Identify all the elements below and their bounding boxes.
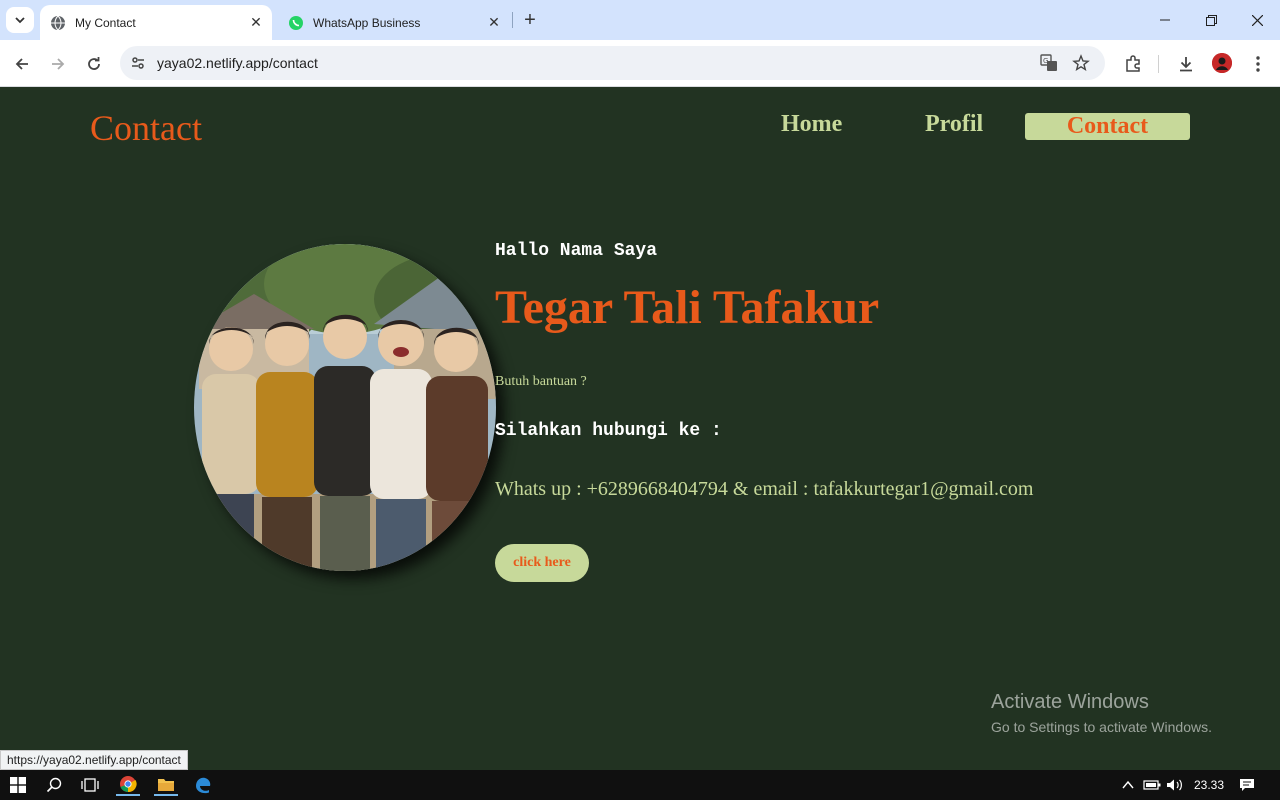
windows-activation-watermark: Activate Windows Go to Settings to activ… <box>991 691 1212 735</box>
minimize-button[interactable] <box>1142 0 1188 40</box>
back-button[interactable] <box>8 50 36 78</box>
download-icon <box>1180 57 1192 72</box>
downloads-button[interactable] <box>1174 52 1198 76</box>
svg-text:G: G <box>1043 57 1048 65</box>
restore-icon <box>1205 14 1217 26</box>
arrow-right-icon <box>52 58 65 70</box>
close-window-button[interactable] <box>1234 0 1280 40</box>
menu-button[interactable] <box>1246 52 1270 76</box>
minimize-icon <box>1160 19 1170 21</box>
profile-avatar[interactable] <box>1212 53 1232 73</box>
battery-icon <box>1143 780 1161 790</box>
url-text[interactable]: yaya02.netlify.app/contact <box>157 55 318 71</box>
tab-strip: My Contact ✕ WhatsApp Business ✕ + <box>0 0 1280 40</box>
show-hidden-icons-button[interactable] <box>1116 774 1140 796</box>
globe-icon <box>50 15 66 31</box>
web-page: Contact Home Profil Contact Hallo Nama S… <box>0 87 1280 770</box>
windows-taskbar: 23.33 <box>0 770 1280 800</box>
tab-my-contact[interactable]: My Contact ✕ <box>40 5 272 40</box>
status-bar-url: https://yaya02.netlify.app/contact <box>0 750 188 770</box>
tab-title: WhatsApp Business <box>313 15 421 30</box>
reload-button[interactable] <box>80 50 108 78</box>
reload-icon <box>88 57 100 70</box>
browser-toolbar: yaya02.netlify.app/contact G <box>0 40 1280 87</box>
contact-heading: Silahkan hubungi ke : <box>495 421 722 441</box>
site-brand[interactable]: Contact <box>90 107 202 149</box>
taskbar-chrome[interactable] <box>116 774 140 796</box>
taskbar-clock[interactable]: 23.33 <box>1194 778 1224 792</box>
address-bar[interactable]: yaya02.netlify.app/contact G <box>120 46 1105 80</box>
greeting-text: Hallo Nama Saya <box>495 241 658 261</box>
close-tab-icon[interactable]: ✕ <box>484 13 504 33</box>
taskbar-edge[interactable] <box>191 774 215 796</box>
watermark-subtitle: Go to Settings to activate Windows. <box>991 719 1212 735</box>
plus-icon: + <box>524 8 536 31</box>
person-name: Tegar Tali Tafakur <box>495 281 880 334</box>
click-here-button[interactable]: click here <box>495 544 589 582</box>
contact-info: Whats up : +6289668404794 & email : tafa… <box>495 478 1034 500</box>
tab-title: My Contact <box>75 15 136 30</box>
battery-button[interactable] <box>1140 774 1164 796</box>
bookmark-star-icon[interactable] <box>1071 53 1091 73</box>
speaker-icon <box>1167 779 1182 791</box>
windows-logo-icon <box>10 777 26 793</box>
close-tab-icon[interactable]: ✕ <box>246 13 266 33</box>
site-settings-icon[interactable] <box>128 53 148 73</box>
search-icon <box>46 777 62 793</box>
help-text: Butuh bantuan ? <box>495 374 587 389</box>
new-tab-button[interactable]: + <box>519 9 541 31</box>
taskbar-file-explorer[interactable] <box>154 774 178 796</box>
watermark-title: Activate Windows <box>991 691 1149 713</box>
close-icon <box>1251 14 1263 26</box>
edge-icon <box>196 777 211 794</box>
notification-icon <box>1240 779 1254 791</box>
nav-contact[interactable]: Contact <box>1025 113 1190 140</box>
puzzle-icon <box>1126 55 1140 72</box>
tab-separator <box>512 12 513 28</box>
start-button[interactable] <box>6 774 30 796</box>
arrow-left-icon <box>15 58 28 70</box>
translate-icon[interactable]: G <box>1039 53 1059 73</box>
nav-profil[interactable]: Profil <box>925 111 983 138</box>
more-vertical-icon <box>1256 56 1260 72</box>
task-view-button[interactable] <box>78 774 102 796</box>
tab-whatsapp-business[interactable]: WhatsApp Business ✕ <box>278 5 510 40</box>
extensions-button[interactable] <box>1121 52 1145 76</box>
action-center-button[interactable] <box>1235 774 1259 796</box>
whatsapp-icon <box>288 15 304 31</box>
chevron-down-icon <box>15 17 25 24</box>
nav-home[interactable]: Home <box>781 111 842 138</box>
task-view-icon <box>81 778 99 792</box>
search-button[interactable] <box>42 774 66 796</box>
tab-search-button[interactable] <box>6 7 34 33</box>
toolbar-divider <box>1158 55 1159 73</box>
chrome-icon <box>120 776 137 793</box>
restore-button[interactable] <box>1188 0 1234 40</box>
profile-photo <box>194 244 496 571</box>
chevron-up-icon <box>1122 780 1134 789</box>
forward-button[interactable] <box>44 50 72 78</box>
volume-button[interactable] <box>1163 774 1187 796</box>
folder-icon <box>158 779 174 791</box>
